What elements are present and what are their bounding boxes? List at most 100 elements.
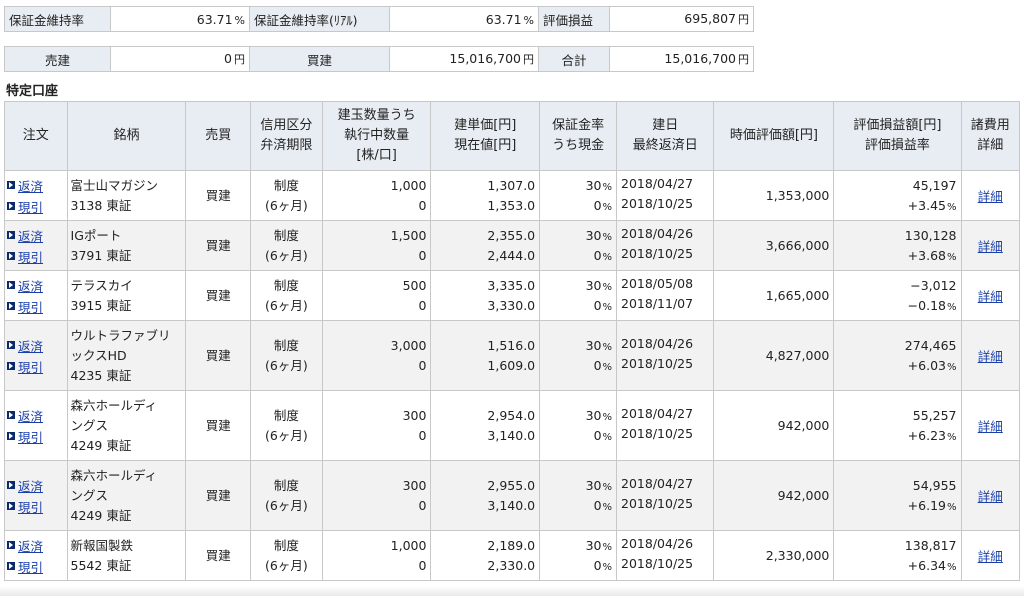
- order-cell: 返済 現引: [4, 170, 68, 221]
- date-cell: 2018/04/26 2018/10/25: [616, 530, 715, 581]
- delivery-link[interactable]: 現引: [18, 297, 43, 316]
- price-cell: 2,189.0 2,330.0: [430, 530, 541, 581]
- market-value-cell: 1,353,000: [713, 170, 835, 221]
- arrow-icon: [7, 502, 15, 510]
- order-cell: 返済 現引: [4, 320, 68, 391]
- table-row: 返済 現引 IGポート 3791 東証 買建 制度 (6ヶ月) 1,500 0 2,355.0 2,…: [4, 220, 1020, 271]
- valuation-value: 695,807 円: [609, 6, 754, 32]
- side-cell: 買建: [185, 220, 252, 271]
- credit-cell: 制度 (6ヶ月): [250, 530, 323, 581]
- credit-cell: 制度 (6ヶ月): [250, 320, 323, 391]
- quantity-cell: 1,500 0: [321, 220, 432, 271]
- arrow-icon: [7, 231, 15, 239]
- repay-link[interactable]: 返済: [18, 336, 43, 355]
- stock-code: 3138 東証: [70, 197, 132, 213]
- detail-link[interactable]: 詳細: [978, 189, 1003, 204]
- stock-name: 富士山マガジン: [70, 177, 159, 193]
- detail-link[interactable]: 詳細: [978, 239, 1003, 254]
- header-quantity: 建玉数量うち 執行中数量 [株/口]: [321, 101, 432, 171]
- arrow-icon: [7, 341, 15, 349]
- detail-link[interactable]: 詳細: [978, 289, 1003, 304]
- delivery-link[interactable]: 現引: [18, 427, 43, 446]
- repay-link[interactable]: 返済: [18, 276, 43, 295]
- credit-cell: 制度 (6ヶ月): [250, 460, 323, 531]
- credit-cell: 制度 (6ヶ月): [250, 220, 323, 271]
- repay-link[interactable]: 返済: [18, 176, 43, 195]
- repay-link[interactable]: 返済: [18, 226, 43, 245]
- table-row: 返済 現引 富士山マガジン 3138 東証 買建 制度 (6ヶ月) 1,000 0 1,307.0…: [4, 170, 1020, 221]
- header-fee: 諸費用 詳細: [960, 101, 1020, 171]
- arrow-icon: [7, 411, 15, 419]
- quantity-cell: 500 0: [321, 270, 432, 321]
- position-total-table: 売建 0円 買建 15,016,700 円 合計 15,016,700 円: [4, 46, 754, 72]
- stock-code: 4235 東証: [70, 367, 132, 383]
- pl-cell: 274,465 +6.03%: [833, 320, 962, 391]
- bottom-fade: [0, 586, 1024, 596]
- quantity-cell: 300 0: [321, 460, 432, 531]
- repay-link[interactable]: 返済: [18, 536, 43, 555]
- side-cell: 買建: [185, 390, 252, 461]
- stock-name: ウルトラファブリ: [70, 327, 171, 343]
- detail-link[interactable]: 詳細: [978, 349, 1003, 364]
- price-cell: 2,954.0 3,140.0: [430, 390, 541, 461]
- sell-label: 売建: [4, 46, 111, 72]
- detail-link[interactable]: 詳細: [978, 549, 1003, 564]
- header-order: 注文: [4, 101, 68, 171]
- side-cell: 買建: [185, 270, 252, 321]
- header-date: 建日 最終返済日: [616, 101, 715, 171]
- delivery-link[interactable]: 現引: [18, 247, 43, 266]
- margin-rate-real-label: 保証金維持率(ﾘｱﾙ): [249, 6, 390, 32]
- credit-cell: 制度 (6ヶ月): [250, 170, 323, 221]
- margin-cell: 30% 0%: [539, 270, 618, 321]
- market-value-cell: 4,827,000: [713, 320, 835, 391]
- header-side: 売買: [185, 101, 252, 171]
- delivery-link[interactable]: 現引: [18, 197, 43, 216]
- stock-name: 森六ホールディ: [70, 467, 158, 483]
- arrow-icon: [7, 432, 15, 440]
- delivery-link[interactable]: 現引: [18, 357, 43, 376]
- pl-cell: 54,955 +6.19%: [833, 460, 962, 531]
- arrow-icon: [7, 362, 15, 370]
- table-row: 返済 現引 ウルトラファブリ ックスHD 4235 東証 買建 制度 (6ヶ月) 3,000 0 1…: [4, 320, 1020, 391]
- buy-value: 15,016,700 円: [389, 46, 539, 72]
- repay-link[interactable]: 返済: [18, 406, 43, 425]
- stock-cell: 森六ホールディ ングス 4249 東証: [66, 460, 187, 531]
- stock-code: 4249 東証: [70, 507, 132, 523]
- arrow-icon: [7, 541, 15, 549]
- detail-cell: 詳細: [960, 460, 1020, 531]
- price-cell: 1,307.0 1,353.0: [430, 170, 541, 221]
- pl-cell: −3,012 −0.18%: [833, 270, 962, 321]
- price-cell: 1,516.0 1,609.0: [430, 320, 541, 391]
- market-value-cell: 3,666,000: [713, 220, 835, 271]
- delivery-link[interactable]: 現引: [18, 497, 43, 516]
- stock-cell: 新報国製鉄 5542 東証: [66, 530, 187, 581]
- detail-cell: 詳細: [960, 390, 1020, 461]
- detail-link[interactable]: 詳細: [978, 489, 1003, 504]
- total-label: 合計: [538, 46, 610, 72]
- market-value-cell: 942,000: [713, 390, 835, 461]
- detail-link[interactable]: 詳細: [978, 419, 1003, 434]
- side-cell: 買建: [185, 460, 252, 531]
- pl-cell: 45,197 +3.45%: [833, 170, 962, 221]
- arrow-icon: [7, 252, 15, 260]
- order-cell: 返済 現引: [4, 270, 68, 321]
- order-cell: 返済 現引: [4, 390, 68, 461]
- stock-name-cont: ックスHD: [70, 347, 127, 363]
- stock-cell: 森六ホールディ ングス 4249 東証: [66, 390, 187, 461]
- stock-cell: テラスカイ 3915 東証: [66, 270, 187, 321]
- arrow-icon: [7, 562, 15, 570]
- side-cell: 買建: [185, 320, 252, 391]
- positions-table: 注文 銘柄 売買 信用区分 弁済期限 建玉数量うち 執行中数量 [株/口] 建単価[円…: [4, 101, 1020, 581]
- quantity-cell: 3,000 0: [321, 320, 432, 391]
- repay-link[interactable]: 返済: [18, 476, 43, 495]
- stock-name-cont: ングス: [70, 487, 109, 503]
- margin-cell: 30% 0%: [539, 390, 618, 461]
- detail-cell: 詳細: [960, 170, 1020, 221]
- order-cell: 返済 現引: [4, 460, 68, 531]
- side-cell: 買建: [185, 170, 252, 221]
- delivery-link[interactable]: 現引: [18, 557, 43, 576]
- pl-cell: 138,817 +6.34%: [833, 530, 962, 581]
- arrow-icon: [7, 481, 15, 489]
- stock-code: 3791 東証: [70, 247, 132, 263]
- header-margin: 保証金率 うち現金: [539, 101, 618, 171]
